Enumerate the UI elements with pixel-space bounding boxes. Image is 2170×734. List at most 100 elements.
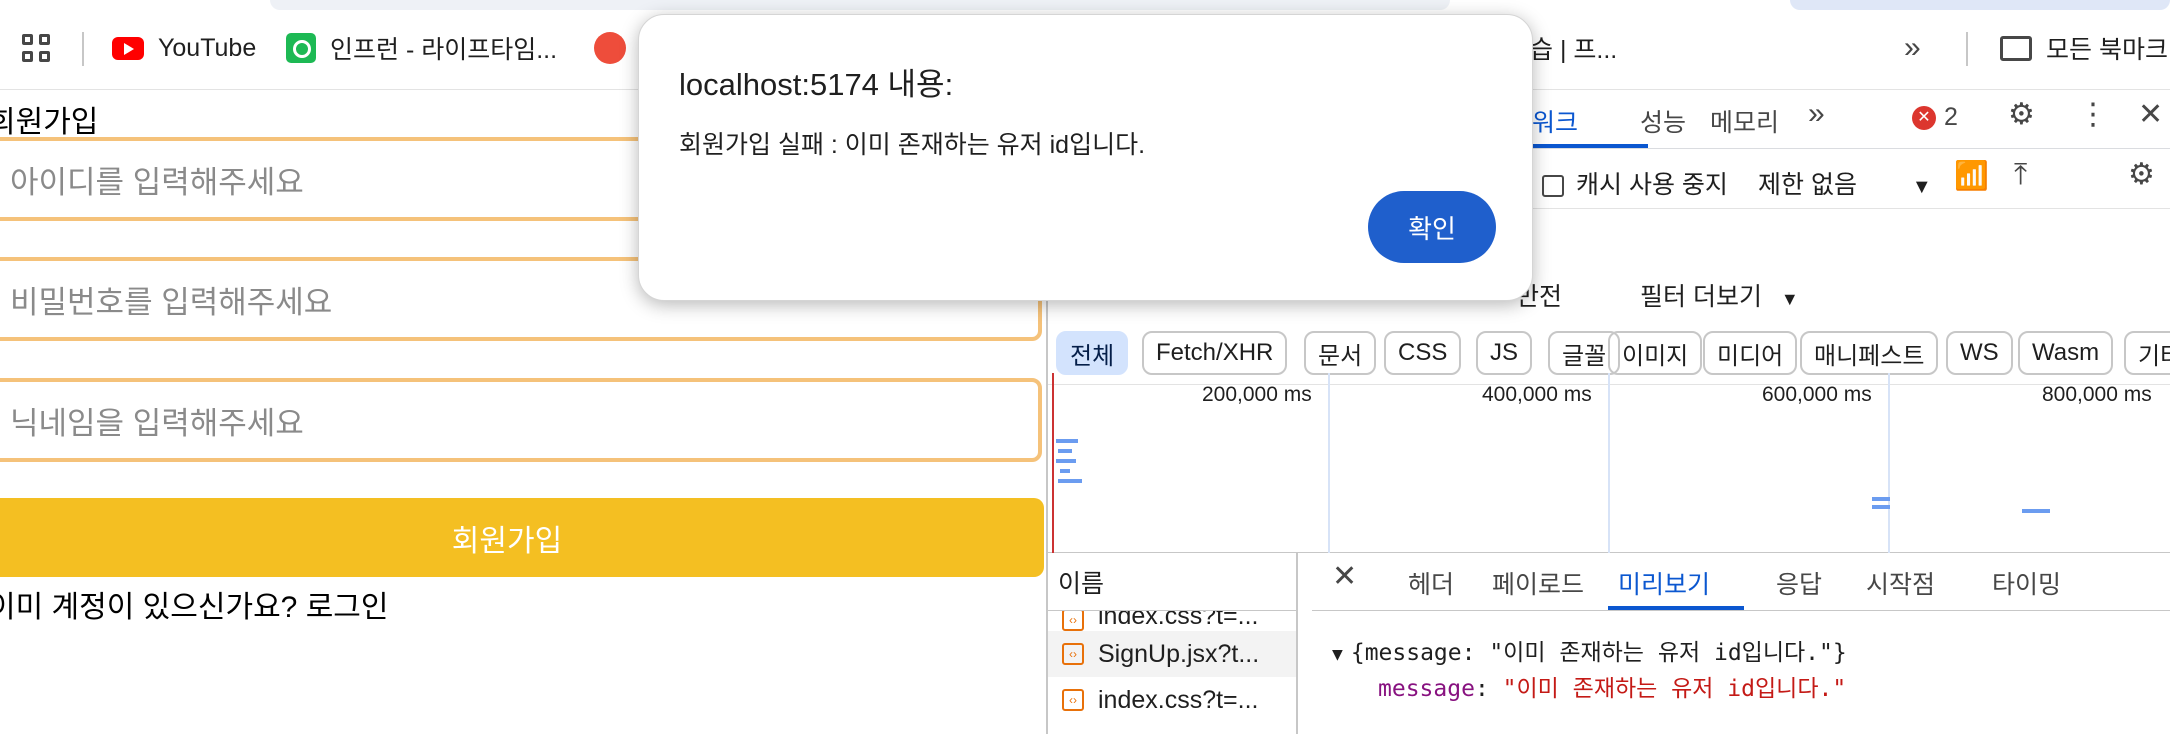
error-count: 2 — [1944, 103, 1958, 131]
chip-wasm[interactable]: Wasm — [2018, 331, 2114, 375]
network-settings-gear-icon[interactable]: ⚙ — [2128, 157, 2155, 192]
json-key: message — [1378, 676, 1475, 702]
chip-manifest[interactable]: 매니페스트 — [1800, 331, 1939, 375]
close-devtools-icon[interactable]: ✕ — [2138, 97, 2163, 132]
chip-css[interactable]: CSS — [1384, 331, 1462, 375]
timeline-cursor — [1052, 373, 1054, 553]
bookmark-label: 인프런 - 라이프타임... — [330, 36, 558, 64]
request-detail-pane: ✕ 헤더 페이로드 미리보기 응답 시작점 타이밍 ▼ {message: "이미… — [1312, 553, 2170, 734]
timeline-tick-label: 400,000 ms — [1482, 383, 1592, 406]
signup-button[interactable]: 회원가입 — [0, 498, 1044, 577]
tab-response[interactable]: 응답 — [1776, 565, 1822, 601]
request-name: index.css?t=... — [1098, 685, 1259, 714]
timeline-bar — [1872, 505, 1890, 509]
expand-triangle-icon[interactable]: ▼ — [1332, 644, 1343, 665]
error-counter[interactable]: ✕ 2 — [1912, 103, 1958, 132]
dialog-title: localhost:5174 내용: — [679, 67, 954, 102]
upload-har-icon[interactable]: ⤒ — [2014, 157, 2027, 192]
bookmark-programmers[interactable]: 습 | 프... — [1530, 28, 1617, 68]
chip-doc[interactable]: 문서 — [1304, 331, 1377, 375]
disable-cache-checkbox[interactable]: 캐시 사용 중지 — [1542, 165, 1728, 201]
login-link[interactable]: 이미 계정이 있으신가요? 로그인 — [0, 582, 389, 626]
password-placeholder: 비밀번호를 입력해주세요 — [10, 284, 333, 320]
bookmark-youtube[interactable]: YouTube — [112, 28, 256, 68]
id-placeholder: 아이디를 입력해주세요 — [10, 164, 304, 200]
more-filters-label: 필터 더보기 — [1640, 283, 1762, 311]
timeline-tick-label: 200,000 ms — [1202, 383, 1312, 406]
close-detail-icon[interactable]: ✕ — [1332, 559, 1357, 594]
tab-headers[interactable]: 헤더 — [1408, 565, 1454, 601]
timeline-bar — [1872, 497, 1890, 501]
tab-memory[interactable]: 메모리 — [1710, 103, 1779, 139]
timeline-gridline — [1608, 373, 1610, 553]
disable-cache-label: 캐시 사용 중지 — [1576, 171, 1728, 199]
active-detail-tab-indicator — [1608, 606, 1744, 610]
more-tabs-icon[interactable]: » — [1808, 97, 1825, 131]
bookmark-label: YouTube — [158, 33, 257, 62]
tab-strip-edge-right — [1790, 0, 2170, 10]
request-list-header[interactable]: 이름 — [1048, 553, 1296, 611]
json-preview-root[interactable]: ▼ {message: "이미 존재하는 유저 id입니다."} — [1332, 633, 1847, 667]
error-icon: ✕ — [1912, 106, 1936, 131]
checkbox-icon — [1542, 175, 1564, 198]
network-conditions-icon[interactable]: 📶 — [1954, 159, 1989, 192]
chevron-down-icon: ▼ — [1780, 289, 1799, 309]
youtube-icon — [112, 36, 144, 60]
json-string-value: "이미 존재하는 유저 id입니다." — [1502, 676, 1847, 702]
bookmark-partial[interactable] — [594, 28, 626, 68]
chip-js[interactable]: JS — [1476, 331, 1533, 375]
tab-timing[interactable]: 타이밍 — [1992, 565, 2061, 601]
ok-button[interactable]: 확인 — [1368, 191, 1496, 263]
json-property: message: "이미 존재하는 유저 id입니다." — [1378, 676, 1847, 702]
more-bookmarks-icon[interactable]: » — [1904, 28, 1921, 68]
tab-performance[interactable]: 성능 — [1640, 103, 1686, 139]
bookmark-label: 습 | 프... — [1530, 36, 1618, 64]
dialog-message: 회원가입 실패 : 이미 존재하는 유저 id입니다. — [679, 131, 1146, 159]
timeline-bar — [1056, 439, 1078, 443]
nickname-input[interactable]: 닉네임을 입력해주세요 — [0, 378, 1042, 462]
tab-initiator[interactable]: 시작점 — [1866, 565, 1935, 601]
folder-icon — [2000, 35, 2032, 61]
chip-image[interactable]: 이미지 — [1608, 331, 1703, 375]
timeline-bar — [1056, 459, 1076, 463]
bookmarks-divider — [82, 32, 84, 66]
js-file-icon: ‹› — [1062, 643, 1084, 665]
timeline-bar — [1060, 469, 1070, 473]
request-list: 이름 ‹› index.css?t=... ‹› SignUp.jsx?t... ‹… — [1048, 553, 1298, 734]
chip-other[interactable]: 기타 — [2124, 331, 2170, 375]
request-row[interactable]: ‹› index.css?t=... — [1048, 677, 1296, 723]
chip-media[interactable]: 미디어 — [1703, 331, 1798, 375]
bookmark-inflearn[interactable]: 인프런 - 라이프타임... — [286, 28, 557, 68]
nickname-placeholder: 닉네임을 입력해주세요 — [10, 405, 304, 441]
kebab-menu-icon[interactable]: ⋮ — [2078, 97, 2108, 132]
site-favicon-icon — [594, 32, 626, 64]
timeline-bar — [1058, 479, 1082, 483]
request-row[interactable]: ‹› index.css?t=... — [1048, 611, 1296, 631]
all-bookmarks-button[interactable]: 모든 북마크 — [2000, 28, 2168, 68]
apps-grid-icon[interactable] — [22, 34, 54, 66]
tab-payload[interactable]: 페이로드 — [1492, 565, 1584, 601]
timeline-tick-label: 800,000 ms — [2042, 383, 2152, 406]
chip-fetch-xhr[interactable]: Fetch/XHR — [1142, 331, 1288, 375]
request-name: SignUp.jsx?t... — [1098, 639, 1260, 668]
settings-gear-icon[interactable]: ⚙ — [2008, 97, 2035, 132]
timeline-gridline — [1888, 373, 1890, 553]
chip-all[interactable]: 전체 — [1056, 331, 1129, 375]
tab-strip-edge — [270, 0, 1450, 10]
inflearn-icon — [286, 33, 316, 63]
page-title: 회원가입 — [0, 106, 99, 139]
all-bookmarks-label: 모든 북마크 — [2046, 36, 2168, 64]
timeline-bar — [1058, 449, 1072, 453]
request-row[interactable]: ‹› SignUp.jsx?t... — [1048, 631, 1296, 677]
throttle-label: 제한 없음 — [1758, 171, 1857, 199]
timeline-bar — [2022, 509, 2050, 513]
throttle-select[interactable]: 제한 없음 ▼ — [1758, 165, 1932, 201]
tab-network[interactable]: 워크 — [1532, 103, 1578, 139]
request-name: index.css?t=... — [1098, 611, 1259, 630]
bookmarks-divider — [1966, 32, 1968, 66]
json-object-summary: {message: "이미 존재하는 유저 id입니다."} — [1350, 640, 1847, 666]
more-filters-dropdown[interactable]: 필터 더보기 ▼ — [1640, 277, 1799, 313]
tab-preview[interactable]: 미리보기 — [1618, 565, 1710, 601]
network-timeline[interactable]: 200,000 ms 400,000 ms 600,000 ms 800,000… — [1048, 373, 2170, 553]
chip-ws[interactable]: WS — [1946, 331, 2013, 375]
